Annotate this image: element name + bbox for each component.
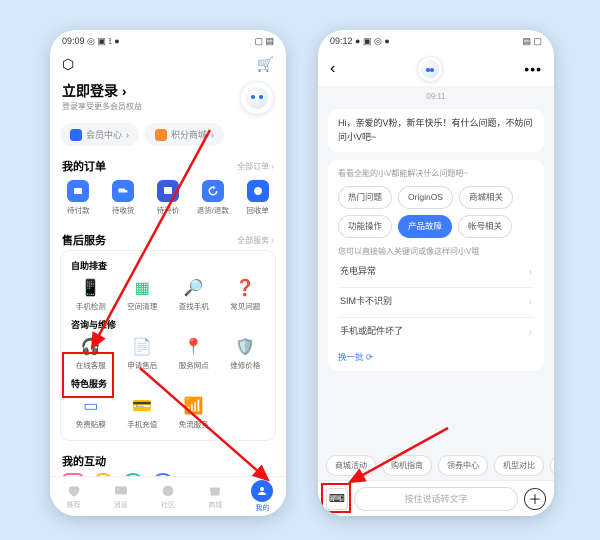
order-pending-review[interactable]: 待评价 (146, 176, 191, 220)
hint-2: 您可以直接输入关键词或像这样问小V哦 (338, 246, 534, 258)
chat-input-bar: ⌨ 按住说话转文字 ＋ (318, 480, 554, 516)
svc-recharge[interactable]: 💳手机充值 (117, 392, 169, 434)
login-title: 立即登录 (62, 83, 118, 99)
orders-title: 我的订单 (62, 158, 106, 174)
points-mall-pill[interactable]: 积分商城 › (145, 123, 224, 146)
order-recycle[interactable]: 回收单 (235, 176, 280, 220)
phone-left: 09:09 ◎ ▣ ⟟ ● ▢ ▤ ⬡ 🛒 立即登录 › 登录享受更多会员权益 … (50, 30, 286, 516)
status-bar: 09:12 ● ▣ ◎ ● ▤ ▢ (318, 30, 554, 52)
svc-faq[interactable]: ❓常见问题 (220, 274, 272, 316)
suggestion-row: 商城活动 购机指南 领券中心 机型对比 以 (318, 450, 554, 480)
chevron-right-icon: › (529, 325, 532, 340)
cart-icon[interactable]: 🛒 (257, 56, 274, 73)
chevron-right-icon: › (529, 265, 532, 280)
consult-label: 咨询与维修 (65, 316, 271, 333)
chat-timestamp: 09:11 (328, 92, 544, 101)
service-card: 自助排查 📱手机检测 ▦空间清理 🔎查找手机 ❓常见问题 咨询与维修 🎧在线客服… (60, 250, 276, 441)
refresh-batch[interactable]: 换一批 ⟳ (338, 347, 534, 364)
member-center-pill[interactable]: 会员中心 › (60, 123, 139, 146)
nav-community[interactable]: 社区 (144, 477, 191, 516)
bottom-nav: 推荐 消息 社区 商城 我的 (50, 476, 286, 516)
login-sub: 登录享受更多会员权益 (62, 101, 142, 112)
svc-repair-price[interactable]: 🛡️维修价格 (220, 333, 272, 375)
phone-right: 09:12 ● ▣ ◎ ● ▤ ▢ ‹ ••• 09:11 Hi，亲爱的V粉，新… (318, 30, 554, 516)
settings-hex-icon[interactable]: ⬡ (62, 56, 74, 73)
chip-account[interactable]: 帐号相关 (458, 215, 512, 238)
svc-apply-aftersale[interactable]: 📄申请售后 (117, 333, 169, 375)
service-title: 售后服务 (62, 232, 106, 248)
greeting-bubble: Hi，亲爱的V粉，新年快乐！有什么问题，不妨问问小V吧~ (328, 109, 544, 152)
more-icon[interactable]: ••• (524, 61, 542, 77)
faq-broken[interactable]: 手机或配件坏了› (338, 318, 534, 347)
chip-function[interactable]: 功能操作 (338, 215, 392, 238)
orders-more[interactable]: 全部订单 › (237, 161, 274, 172)
svc-service-point[interactable]: 📍服务网点 (168, 333, 220, 375)
bot-avatar (417, 56, 443, 82)
svc-free-film[interactable]: ▭免费贴膜 (65, 392, 117, 434)
faq-charge[interactable]: 充电异常› (338, 258, 534, 288)
nav-message[interactable]: 消息 (97, 477, 144, 516)
nav-mine[interactable]: 我的 (239, 477, 286, 516)
order-refund[interactable]: 退货/退款 (190, 176, 235, 220)
chip-hot[interactable]: 热门问题 (338, 186, 392, 209)
hint-1: 看看全能的小V都能解决什么问题吧~ (338, 168, 534, 180)
sugg-compare[interactable]: 机型对比 (494, 455, 544, 476)
nav-mall[interactable]: 商城 (192, 477, 239, 516)
svc-free-data[interactable]: 📶免流服务 (168, 392, 220, 434)
svc-phone-check[interactable]: 📱手机检测 (65, 274, 117, 316)
status-bar: 09:09 ◎ ▣ ⟟ ● ▢ ▤ (50, 30, 286, 52)
login-block[interactable]: 立即登录 › 登录享受更多会员权益 (62, 81, 142, 115)
order-pending-receive[interactable]: 待收货 (101, 176, 146, 220)
status-left-icons: ◎ ▣ ⟟ ● (87, 36, 120, 46)
diamond-icon (70, 129, 82, 141)
coin-icon (155, 129, 167, 141)
order-pending-pay[interactable]: 待付款 (56, 176, 101, 220)
sugg-activity[interactable]: 商城活动 (326, 455, 376, 476)
options-bubble: 看看全能的小V都能解决什么问题吧~ 热门问题 OriginOS 商城相关 功能操… (328, 160, 544, 371)
highlight-keyboard (321, 483, 351, 513)
chevron-right-icon: › (122, 83, 127, 99)
interact-title: 我的互动 (62, 453, 106, 469)
back-button[interactable]: ‹ (330, 60, 335, 78)
plus-button[interactable]: ＋ (524, 488, 546, 510)
chevron-right-icon: › (529, 295, 532, 310)
service-more[interactable]: 全部服务 › (237, 235, 274, 246)
faq-sim[interactable]: SIM卡不识别› (338, 288, 534, 318)
svc-space-clean[interactable]: ▦空间清理 (117, 274, 169, 316)
avatar[interactable] (240, 81, 274, 115)
nav-recommend[interactable]: 推荐 (50, 477, 97, 516)
chat-body: 09:11 Hi，亲爱的V粉，新年快乐！有什么问题，不妨问问小V吧~ 看看全能的… (318, 86, 554, 484)
chip-fault[interactable]: 产品故障 (398, 215, 452, 238)
chip-mall[interactable]: 商城相关 (459, 186, 513, 209)
chip-originos[interactable]: OriginOS (398, 186, 453, 209)
sugg-guide[interactable]: 购机指南 (382, 455, 432, 476)
status-right-icons: ▢ ▤ (254, 36, 274, 47)
highlight-online-support (62, 352, 114, 398)
orders-grid: 待付款 待收货 待评价 退货/退款 回收单 (50, 176, 286, 226)
svc-find-phone[interactable]: 🔎查找手机 (168, 274, 220, 316)
sugg-coupon[interactable]: 领券中心 (438, 455, 488, 476)
status-time: 09:09 (62, 36, 85, 46)
status-time: 09:12 (330, 36, 353, 46)
sugg-more[interactable]: 以 (550, 455, 554, 476)
selfcheck-label: 自助排查 (65, 257, 271, 274)
voice-input[interactable]: 按住说话转文字 (354, 487, 518, 511)
